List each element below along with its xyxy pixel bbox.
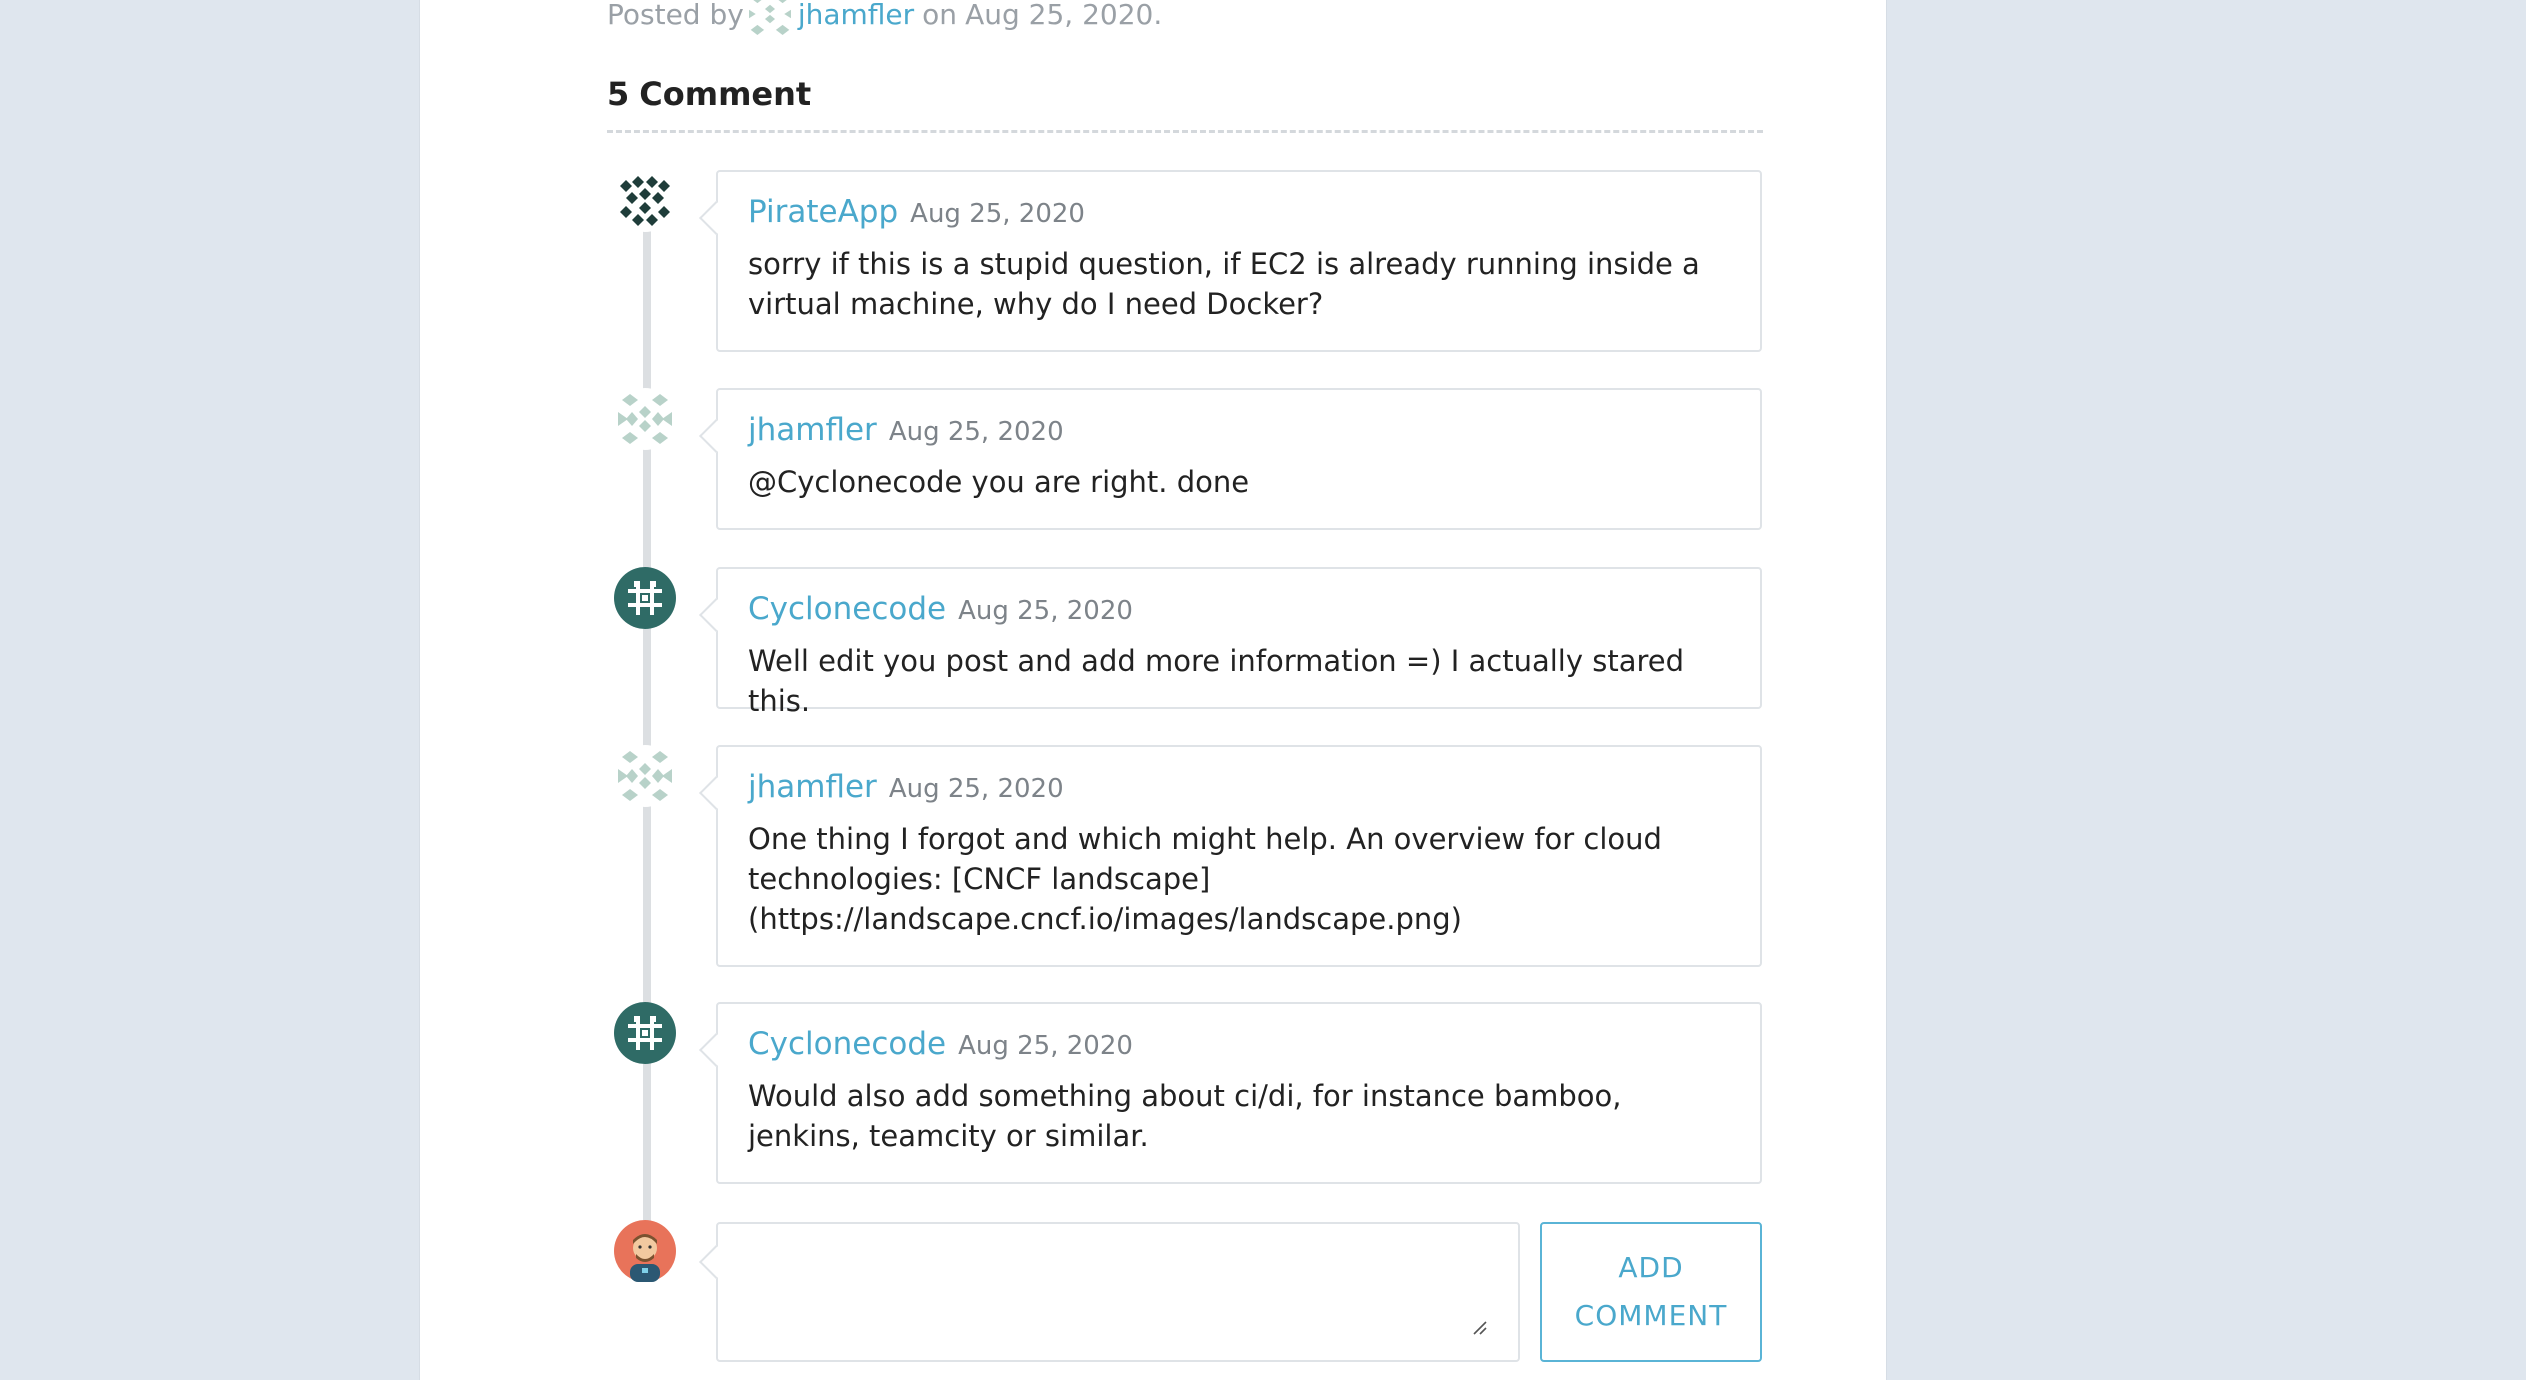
posted-by-label: Posted by xyxy=(607,0,744,31)
post-date: Aug 25, 2020. xyxy=(965,0,1163,31)
comment-card: jhamfler Aug 25, 2020 One thing I forgot… xyxy=(716,745,1762,967)
comment-count-label: Comment xyxy=(639,75,812,113)
comment-composer xyxy=(716,1222,1520,1362)
avatar-jhamfler[interactable] xyxy=(614,388,676,450)
comment-author-link[interactable]: jhamfler xyxy=(748,412,877,448)
comment-text: One thing I forgot and which might help.… xyxy=(748,822,1662,936)
resize-handle-icon[interactable] xyxy=(1472,1320,1488,1336)
avatar-cyclonecode[interactable] xyxy=(614,567,676,629)
comment-date: Aug 25, 2020 xyxy=(888,417,1064,447)
divider xyxy=(607,130,1763,133)
comment-author-link[interactable]: jhamfler xyxy=(748,769,877,805)
current-user-avatar[interactable] xyxy=(614,1220,676,1282)
comment-date: Aug 25, 2020 xyxy=(888,774,1064,804)
post-meta: Posted by jhamfler on Aug 25, 2020. xyxy=(607,0,1162,40)
avatar-pirateapp[interactable] xyxy=(614,170,676,232)
comment-count-heading: 5 Comment xyxy=(607,75,811,113)
comment-count: 5 xyxy=(607,75,630,113)
comment-card: PirateApp Aug 25, 2020 sorry if this is … xyxy=(716,170,1762,352)
comment-card: jhamfler Aug 25, 2020 @Cyclonecode you a… xyxy=(716,388,1762,530)
comment-author-link[interactable]: Cyclonecode xyxy=(748,591,946,627)
comment-card: Cyclonecode Aug 25, 2020 Would also add … xyxy=(716,1002,1762,1184)
comment-text: Would also add something about ci/di, fo… xyxy=(748,1079,1622,1153)
post-author-link[interactable]: jhamfler xyxy=(798,0,914,31)
posted-on-label: on xyxy=(922,0,958,31)
author-avatar-icon xyxy=(744,0,796,40)
comment-timeline xyxy=(643,200,651,1250)
comment-text: Well edit you post and add more informat… xyxy=(748,644,1685,718)
comment-author-link[interactable]: Cyclonecode xyxy=(748,1026,946,1062)
comment-textarea[interactable] xyxy=(718,1224,1518,1360)
comment-date: Aug 25, 2020 xyxy=(910,199,1085,229)
comment-card: Cyclonecode Aug 25, 2020 Well edit you p… xyxy=(716,567,1762,718)
comment-text: @Cyclonecode you are right. done xyxy=(748,465,1250,499)
comment-text: sorry if this is a stupid question, if E… xyxy=(748,247,1700,321)
avatar-jhamfler[interactable] xyxy=(614,745,676,807)
comment-author-link[interactable]: PirateApp xyxy=(748,194,898,230)
comment-date: Aug 25, 2020 xyxy=(958,596,1133,626)
add-comment-button[interactable]: ADD COMMENT xyxy=(1540,1222,1762,1362)
comment-date: Aug 25, 2020 xyxy=(958,1031,1133,1061)
avatar-cyclonecode[interactable] xyxy=(614,1002,676,1064)
